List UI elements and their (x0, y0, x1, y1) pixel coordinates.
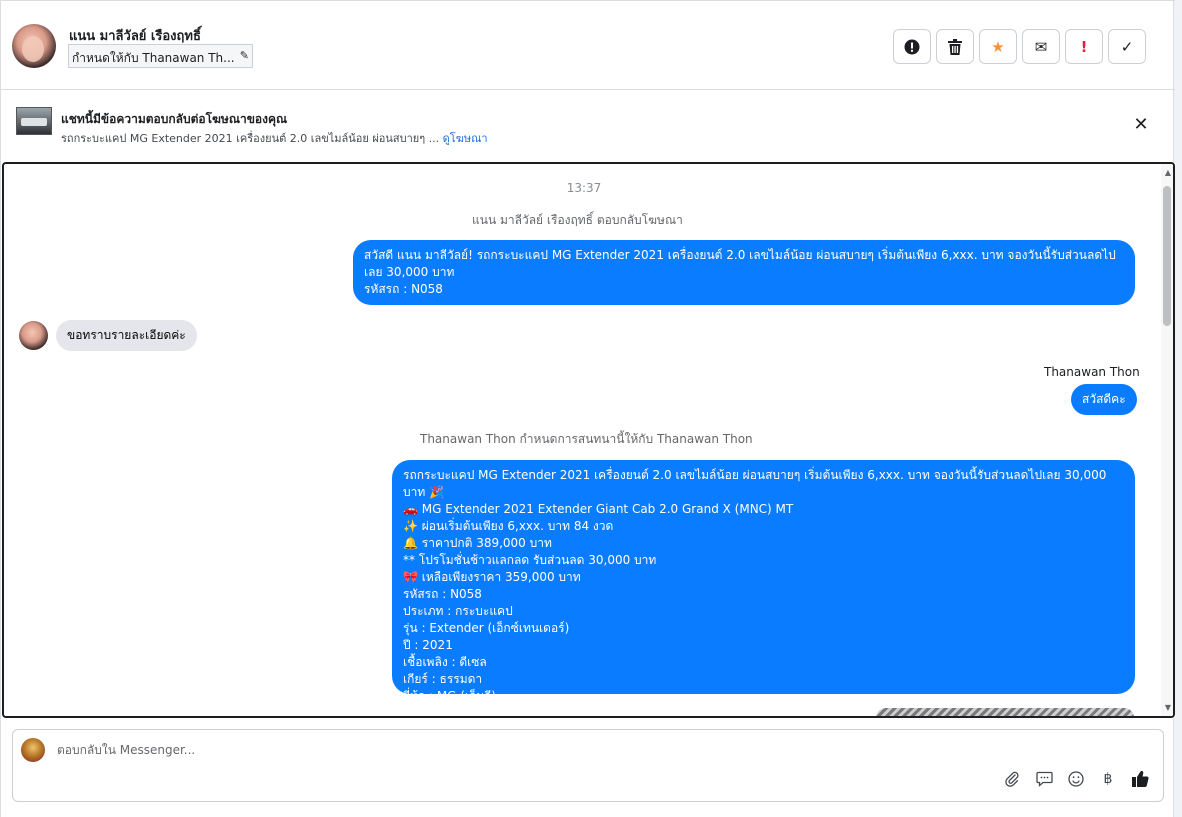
conversation-panel: แนน มาลีวัลย์ เรืองฤทธิ์ กำหนดให้กับ Tha… (0, 0, 1175, 817)
avatar[interactable] (19, 321, 48, 350)
delete-button[interactable] (936, 29, 974, 64)
banner-title: แชทนี้มีข้อความตอบกลับต่อโฆษณาของคุณ (61, 112, 288, 126)
trash-icon (948, 38, 962, 55)
assignee-label: กำหนดให้กับ Thanawan Th... (72, 51, 235, 65)
view-ad-link[interactable]: ดูโฆษณา (443, 132, 488, 145)
scroll-thumb[interactable] (1163, 186, 1171, 326)
thumbs-up-icon[interactable] (1131, 770, 1149, 788)
alert-icon: ! (1080, 37, 1088, 56)
scroll-down-icon[interactable]: ▼ (1165, 703, 1171, 712)
header-actions: ★ ✉ ! ✓ (893, 29, 1146, 64)
check-icon: ✓ (1120, 37, 1134, 56)
ad-description: รถกระบะแคป MG Extender 2021 เครื่องยนต์ … (61, 132, 440, 145)
banner-subtitle: รถกระบะแคป MG Extender 2021 เครื่องยนต์ … (61, 129, 488, 147)
reply-composer: ฿ (12, 729, 1164, 802)
mark-done-button[interactable]: ✓ (1108, 29, 1146, 64)
speech-bubble-icon[interactable] (1035, 770, 1053, 788)
report-icon (904, 39, 920, 54)
scroll-up-icon[interactable]: ▲ (1165, 168, 1171, 177)
report-button[interactable] (893, 29, 931, 64)
message-thread[interactable]: 13:37 แนน มาลีวัลย์ เรืองฤทธิ์ ตอบกลับโฆ… (2, 162, 1175, 718)
outgoing-message[interactable]: สวัสดี แนน มาลีวัลย์! รถกระบะแคป MG Exte… (353, 240, 1135, 305)
outgoing-message[interactable]: สวัสดีคะ (1071, 384, 1137, 415)
assignee-field[interactable]: กำหนดให้กับ Thanawan Th... ✎ (68, 44, 253, 68)
star-button[interactable]: ★ (979, 29, 1017, 64)
close-icon[interactable]: ✕ (1131, 115, 1151, 135)
timestamp: 13:37 (566, 181, 602, 195)
star-icon: ★ (991, 37, 1005, 56)
paperclip-icon[interactable] (1003, 770, 1021, 788)
system-message: แนน มาลีวัลย์ เรืองฤทธิ์ ตอบกลับโฆษณา (472, 213, 683, 227)
mark-unread-button[interactable]: ✉ (1022, 29, 1060, 64)
conversation-header: แนน มาลีวัลย์ เรืองฤทธิ์ กำหนดให้กับ Tha… (1, 0, 1175, 90)
image-attachment[interactable] (876, 708, 1134, 716)
envelope-icon: ✉ (1034, 37, 1048, 56)
contact-name[interactable]: แนน มาลีวัลย์ เรืองฤทธิ์ (69, 25, 201, 46)
incoming-message[interactable]: ขอทราบรายละเอียดค่ะ (56, 320, 197, 351)
ad-thumbnail (16, 107, 52, 135)
ad-reply-banner: แชทนี้มีข้อความตอบกลับต่อโฆษณาของคุณ รถก… (1, 90, 1175, 160)
scrollbar[interactable]: ▲ ▼ (1161, 164, 1173, 716)
outgoing-message[interactable]: รถกระบะแคป MG Extender 2021 เครื่องยนต์ … (392, 460, 1135, 703)
avatar[interactable] (12, 24, 56, 68)
sender-name: Thanawan Thon (1044, 365, 1140, 379)
smiley-icon[interactable] (1067, 770, 1085, 788)
page-avatar (21, 738, 45, 762)
system-message: Thanawan Thon กำหนดการสนทนานี้ให้กับ Tha… (420, 432, 753, 446)
baht-icon[interactable]: ฿ (1099, 770, 1117, 788)
pencil-icon[interactable]: ✎ (240, 49, 249, 62)
spam-button[interactable]: ! (1065, 29, 1103, 64)
reply-input[interactable] (57, 743, 957, 757)
composer-tools: ฿ (1003, 770, 1149, 788)
